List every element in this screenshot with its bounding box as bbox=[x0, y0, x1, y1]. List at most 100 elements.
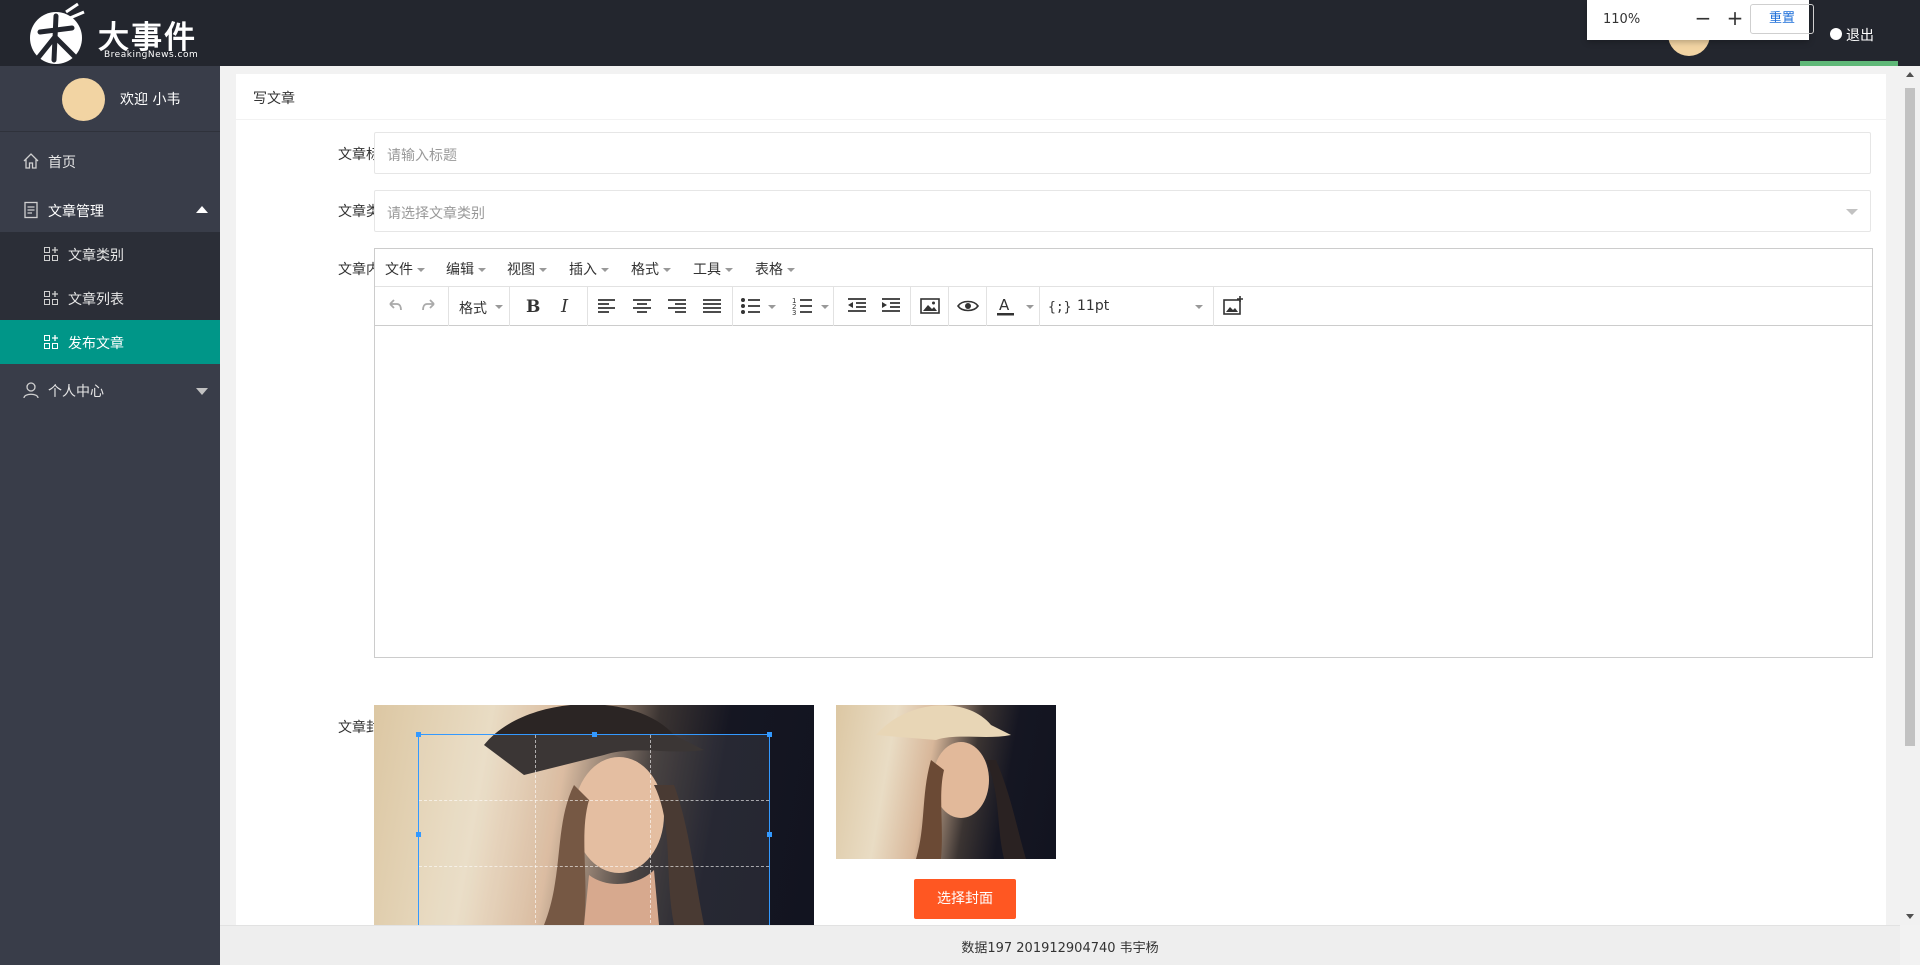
menu-tools[interactable]: 工具 bbox=[693, 259, 733, 279]
font-size-dropdown[interactable]: 11pt bbox=[1077, 298, 1109, 314]
app-logo[interactable]: 大事件 BreakingNews.com bbox=[26, 0, 226, 66]
logout-button[interactable]: 退出 bbox=[1800, 0, 1898, 66]
scrollbar-thumb[interactable] bbox=[1905, 88, 1915, 746]
outdent-icon[interactable] bbox=[845, 293, 869, 319]
indent-icon[interactable] bbox=[879, 293, 903, 319]
toolbar-separator bbox=[1039, 287, 1040, 326]
zoom-in-button[interactable]: + bbox=[1725, 8, 1745, 30]
crop-handle[interactable] bbox=[767, 732, 772, 737]
toolbar-separator bbox=[910, 287, 911, 326]
svg-text:A: A bbox=[999, 296, 1010, 314]
menu-table[interactable]: 表格 bbox=[755, 259, 795, 279]
toolbar-separator bbox=[1213, 287, 1214, 326]
editor-content-area[interactable] bbox=[375, 327, 1872, 657]
sidebar-item-label: 首页 bbox=[48, 155, 76, 171]
crop-handle[interactable] bbox=[416, 732, 421, 737]
bold-icon[interactable]: B bbox=[522, 293, 542, 319]
menu-format[interactable]: 格式 bbox=[631, 259, 671, 279]
browser-zoom-popup: 110% − + 重置 bbox=[1587, 0, 1814, 40]
chevron-down-icon bbox=[1846, 209, 1858, 215]
menu-view[interactable]: 视图 bbox=[507, 259, 547, 279]
sidebar-item-article-management[interactable]: 文章管理 bbox=[0, 188, 220, 232]
user-info: 欢迎 小韦 bbox=[0, 66, 220, 132]
zoom-reset-button[interactable]: 重置 bbox=[1750, 4, 1814, 34]
text-color-icon[interactable]: A bbox=[994, 293, 1018, 319]
crop-handle[interactable] bbox=[592, 732, 597, 737]
category-placeholder: 请选择文章类别 bbox=[387, 206, 485, 222]
logout-label: 退出 bbox=[1846, 28, 1874, 44]
title-placeholder: 请输入标题 bbox=[387, 148, 457, 164]
toolbar-separator bbox=[986, 287, 987, 326]
article-submenu: 文章类别 文章列表 发布文章 bbox=[0, 232, 220, 364]
user-icon bbox=[23, 382, 39, 399]
cover-preview bbox=[836, 705, 1056, 859]
menu-insert[interactable]: 插入 bbox=[569, 259, 609, 279]
grid-add-icon bbox=[44, 335, 58, 349]
code-icon[interactable]: {;} bbox=[1046, 293, 1070, 319]
toolbar-separator bbox=[732, 287, 733, 326]
upload-image-icon[interactable] bbox=[1221, 293, 1245, 319]
chevron-down-icon[interactable] bbox=[1026, 305, 1034, 309]
welcome-text: 欢迎 小韦 bbox=[120, 92, 181, 108]
crop-handle[interactable] bbox=[416, 832, 421, 837]
chevron-down-icon[interactable] bbox=[821, 305, 829, 309]
sidebar-subitem-label: 发布文章 bbox=[68, 336, 124, 352]
undo-icon[interactable] bbox=[385, 293, 405, 319]
bullet-list-icon[interactable] bbox=[739, 293, 763, 319]
scroll-down-icon[interactable] bbox=[1906, 914, 1914, 919]
crop-guide bbox=[419, 800, 769, 802]
toolbar-separator bbox=[587, 287, 588, 326]
crop-handle[interactable] bbox=[767, 832, 772, 837]
crop-selection-box[interactable] bbox=[416, 732, 772, 925]
align-left-icon[interactable] bbox=[595, 293, 619, 319]
sidebar-item-home[interactable]: 首页 bbox=[0, 139, 220, 183]
redo-icon[interactable] bbox=[419, 293, 439, 319]
card-title: 写文章 bbox=[253, 91, 295, 107]
toolbar-separator bbox=[948, 287, 949, 326]
svg-text:I: I bbox=[560, 296, 569, 317]
preview-icon[interactable] bbox=[956, 293, 980, 319]
sidebar-item-article-list[interactable]: 文章列表 bbox=[0, 276, 220, 320]
grid-add-icon bbox=[44, 247, 58, 261]
write-article-card: 写文章 文章标题 请输入标题 文章类别 请选择文章类别 文章内容 文件 编辑 视… bbox=[236, 74, 1886, 925]
logo-subtitle: BreakingNews.com bbox=[104, 50, 199, 60]
toolbar-separator bbox=[833, 287, 834, 326]
user-avatar[interactable] bbox=[62, 78, 105, 121]
sidebar-item-article-category[interactable]: 文章类别 bbox=[0, 232, 220, 276]
image-icon[interactable] bbox=[918, 293, 942, 319]
align-center-icon[interactable] bbox=[630, 293, 654, 319]
italic-icon[interactable]: I bbox=[556, 293, 576, 319]
grid-add-icon bbox=[44, 291, 58, 305]
align-right-icon[interactable] bbox=[665, 293, 689, 319]
choose-cover-button[interactable]: 选择封面 bbox=[914, 879, 1016, 919]
sidebar-item-profile[interactable]: 个人中心 bbox=[0, 368, 220, 412]
zoom-out-button[interactable]: − bbox=[1693, 8, 1713, 30]
cover-cropper[interactable] bbox=[374, 705, 814, 925]
svg-text:3: 3 bbox=[792, 309, 796, 317]
scroll-up-icon[interactable] bbox=[1906, 72, 1914, 77]
sidebar-item-label: 个人中心 bbox=[48, 384, 104, 400]
chevron-down-icon[interactable] bbox=[768, 305, 776, 309]
title-input[interactable]: 请输入标题 bbox=[374, 132, 1871, 174]
chevron-down-icon bbox=[495, 305, 503, 309]
sidebar-item-label: 文章管理 bbox=[48, 204, 104, 220]
document-icon bbox=[24, 201, 38, 219]
home-icon bbox=[23, 153, 39, 169]
chevron-down-icon[interactable] bbox=[1195, 305, 1203, 309]
toolbar-separator bbox=[509, 287, 510, 326]
category-select[interactable]: 请选择文章类别 bbox=[374, 190, 1871, 232]
logo-mark-icon bbox=[30, 2, 85, 64]
page-scrollbar[interactable] bbox=[1900, 66, 1920, 925]
menu-edit[interactable]: 编辑 bbox=[446, 259, 486, 279]
rich-text-editor: 文件 编辑 视图 插入 格式 工具 表格 格式 B I 1 2 3 A {;} … bbox=[374, 248, 1873, 658]
menu-file[interactable]: 文件 bbox=[385, 259, 425, 279]
svg-text:{;}: {;} bbox=[1048, 300, 1070, 315]
crop-guide bbox=[534, 735, 536, 925]
collapse-caret-icon bbox=[196, 206, 208, 213]
sidebar-subitem-label: 文章类别 bbox=[68, 248, 124, 264]
numbered-list-icon[interactable]: 123 bbox=[791, 293, 815, 319]
main-content: 写文章 文章标题 请输入标题 文章类别 请选择文章类别 文章内容 文件 编辑 视… bbox=[220, 66, 1900, 925]
align-justify-icon[interactable] bbox=[700, 293, 724, 319]
format-dropdown[interactable]: 格式 bbox=[459, 298, 487, 318]
sidebar-item-publish-article[interactable]: 发布文章 bbox=[0, 320, 220, 364]
